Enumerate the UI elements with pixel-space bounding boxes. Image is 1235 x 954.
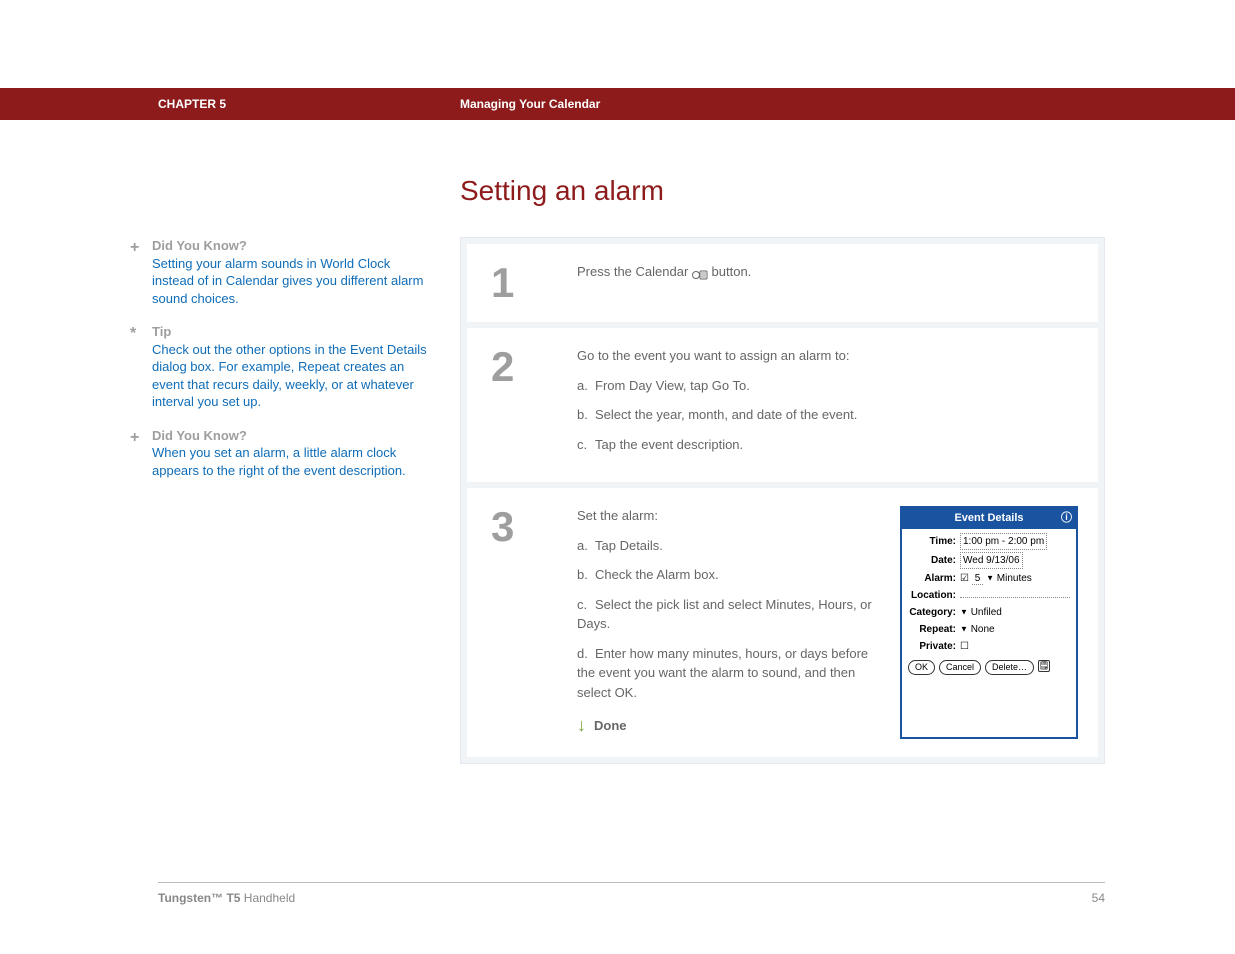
header-bar: CHAPTER 5 Managing Your Calendar: [0, 88, 1235, 120]
plus-icon: +: [130, 237, 152, 307]
list-item: a.Tap Details.: [577, 536, 880, 556]
calendar-icon: [692, 267, 708, 279]
sidebar-did-you-know-1: + Did You Know? Setting your alarm sound…: [130, 237, 430, 307]
step-body: Go to the event you want to assign an al…: [577, 346, 1098, 464]
list-item: b.Check the Alarm box.: [577, 565, 880, 585]
step-2: 2 Go to the event you want to assign an …: [467, 328, 1098, 482]
alarm-unit[interactable]: Minutes: [997, 573, 1032, 584]
list-item: d.Enter how many minutes, hours, or days…: [577, 644, 880, 703]
dialog-titlebar: Event Details ⓘ: [902, 508, 1076, 529]
page-number: 54: [1092, 891, 1105, 905]
dropdown-icon[interactable]: ▼: [960, 607, 968, 616]
step-body: Set the alarm: a.Tap Details. b.Check th…: [577, 506, 1098, 739]
product-name: Tungsten™ T5 Handheld: [158, 891, 295, 905]
step2-item-c: Tap the event description.: [595, 437, 743, 452]
sidebar-heading: Did You Know?: [152, 237, 430, 255]
step3-item-b: Check the Alarm box.: [595, 567, 719, 582]
dialog-body: Time: 1:00 pm - 2:00 pm Date: Wed 9/13/0…: [902, 529, 1076, 680]
product-bold: Tungsten™ T5: [158, 891, 244, 905]
plus-icon: +: [130, 427, 152, 480]
sidebar-heading: Tip: [152, 323, 430, 341]
location-field[interactable]: [960, 588, 1070, 598]
alarm-checkbox[interactable]: ☑: [960, 573, 969, 584]
page-title: Setting an alarm: [460, 175, 1105, 207]
content: Setting an alarm + Did You Know? Setting…: [130, 175, 1105, 764]
private-label: Private:: [908, 639, 960, 654]
steps-container: 1 Press the Calendar button. 2 Go to the…: [460, 237, 1105, 764]
sidebar-heading: Did You Know?: [152, 427, 430, 445]
step-3: 3 Set the alarm: a.Tap Details. b.Check …: [467, 488, 1098, 757]
list-item: b.Select the year, month, and date of th…: [577, 405, 1078, 425]
category-value[interactable]: Unfiled: [971, 607, 1002, 618]
event-details-dialog: Event Details ⓘ Time: 1:00 pm - 2:00 pm: [900, 506, 1078, 739]
sidebar-did-you-know-2: + Did You Know? When you set an alarm, a…: [130, 427, 430, 480]
repeat-value[interactable]: None: [971, 624, 995, 635]
sidebar-body[interactable]: Setting your alarm sounds in World Clock…: [152, 255, 430, 308]
step2-item-a: From Day View, tap Go To.: [595, 378, 750, 393]
date-label: Date:: [908, 553, 960, 568]
main: 1 Press the Calendar button. 2 Go to the…: [460, 237, 1105, 764]
location-label: Location:: [908, 588, 960, 603]
sidebar-tip: * Tip Check out the other options in the…: [130, 323, 430, 411]
alarm-label: Alarm:: [908, 571, 960, 586]
time-label: Time:: [908, 534, 960, 549]
note-icon[interactable]: 🗒: [1038, 660, 1050, 672]
step2-intro: Go to the event you want to assign an al…: [577, 346, 1078, 366]
repeat-label: Repeat:: [908, 622, 960, 637]
step-number: 2: [467, 346, 577, 464]
dropdown-icon[interactable]: ▼: [960, 624, 968, 633]
layout: + Did You Know? Setting your alarm sound…: [130, 237, 1105, 764]
header-subtitle: Managing Your Calendar: [460, 97, 600, 111]
done-row: ↓ Done: [577, 712, 880, 739]
alarm-number[interactable]: 5: [972, 573, 984, 585]
list-item: a.From Day View, tap Go To.: [577, 376, 1078, 396]
done-label: Done: [594, 716, 627, 736]
sidebar-body[interactable]: When you set an alarm, a little alarm cl…: [152, 444, 430, 479]
done-arrow-icon: ↓: [577, 712, 586, 739]
asterisk-icon: *: [130, 323, 152, 411]
step1-text-pre: Press the Calendar: [577, 264, 692, 279]
product-rest: Handheld: [244, 891, 295, 905]
step1-text-post: button.: [712, 264, 752, 279]
private-checkbox[interactable]: ☐: [960, 641, 969, 652]
step3-item-a: Tap Details.: [595, 538, 663, 553]
step-number: 3: [467, 506, 577, 739]
chapter-label: CHAPTER 5: [158, 97, 226, 111]
step-body: Press the Calendar button.: [577, 262, 1098, 304]
step3-item-c: Select the pick list and select Minutes,…: [577, 597, 872, 632]
step-1: 1 Press the Calendar button.: [467, 244, 1098, 322]
info-icon[interactable]: ⓘ: [1061, 510, 1072, 527]
dropdown-icon[interactable]: ▼: [986, 573, 994, 582]
ok-button[interactable]: OK: [908, 660, 935, 676]
category-label: Category:: [908, 605, 960, 620]
list-item: c.Select the pick list and select Minute…: [577, 595, 880, 634]
list-item: c.Tap the event description.: [577, 435, 1078, 455]
cancel-button[interactable]: Cancel: [939, 660, 981, 676]
footer: Tungsten™ T5 Handheld 54: [158, 882, 1105, 905]
date-value[interactable]: Wed 9/13/06: [960, 552, 1023, 569]
delete-button[interactable]: Delete…: [985, 660, 1034, 676]
step3-item-d: Enter how many minutes, hours, or days b…: [577, 646, 868, 700]
step3-intro: Set the alarm:: [577, 506, 880, 526]
step-number: 1: [467, 262, 577, 304]
sidebar: + Did You Know? Setting your alarm sound…: [130, 237, 430, 764]
step2-item-b: Select the year, month, and date of the …: [595, 407, 857, 422]
sidebar-body[interactable]: Check out the other options in the Event…: [152, 341, 430, 411]
dialog-title: Event Details: [954, 512, 1023, 524]
time-value[interactable]: 1:00 pm - 2:00 pm: [960, 533, 1047, 550]
